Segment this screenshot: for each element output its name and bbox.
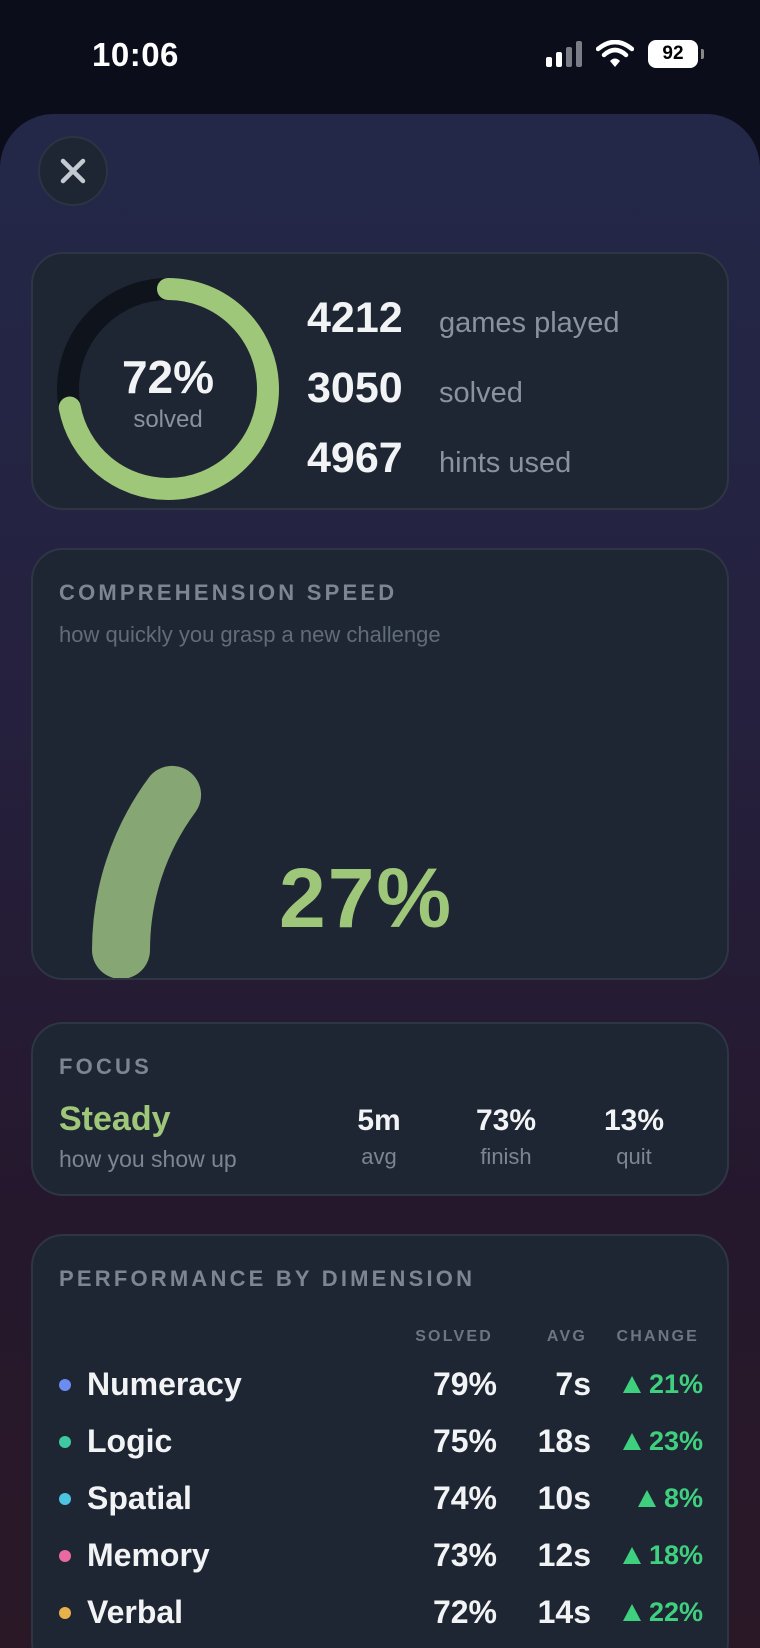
dimension-solved: 72%: [432, 1594, 497, 1630]
focus-card: FOCUS Steady how you show up 5m avg 73% …: [31, 1022, 729, 1196]
dimension-name: Logic: [87, 1423, 173, 1459]
stat-hints-used: 4967 hints used: [307, 434, 571, 483]
dimension-row-numeracy[interactable]: Numeracy 79% 7s 21%: [33, 1360, 731, 1410]
dimension-avg: 7s: [555, 1366, 591, 1402]
stat-label: hints used: [439, 447, 572, 479]
up-triangle-icon: [622, 1604, 641, 1621]
column-header-avg: AVG: [546, 1328, 587, 1345]
focus-stat-value: 13%: [603, 1104, 665, 1137]
dimension-color-dot: [59, 1550, 71, 1562]
dimension-color-dot: [59, 1436, 71, 1448]
dimension-change: 18%: [622, 1540, 703, 1571]
wifi-icon: [596, 40, 634, 67]
up-triangle-icon: [637, 1490, 656, 1507]
focus-stat-label: avg: [361, 1144, 397, 1169]
focus-subtitle: how you show up: [59, 1146, 237, 1172]
up-triangle-icon: [622, 1376, 641, 1393]
dimension-change-value: 8%: [663, 1483, 703, 1513]
up-triangle-icon: [622, 1547, 641, 1564]
stats-sheet: 72% solved 4212 games played 3050 solved…: [0, 114, 760, 1648]
stat-solved: 3050 solved: [307, 364, 523, 413]
column-header-solved: SOLVED: [415, 1328, 493, 1345]
focus-stat-label: quit: [616, 1144, 652, 1169]
solved-percent: 72%: [121, 351, 215, 403]
focus-stat-avg: 5m avg: [324, 1104, 434, 1170]
stat-value: 3050: [307, 364, 403, 412]
dimension-change-value: 22%: [648, 1597, 703, 1627]
dimension-row-verbal[interactable]: Verbal 72% 14s 22%: [33, 1588, 731, 1638]
dimension-avg: 12s: [537, 1537, 591, 1573]
close-icon: [60, 158, 86, 184]
dimension-name: Memory: [87, 1537, 210, 1573]
dimension-change: 23%: [622, 1426, 703, 1457]
focus-rating: Steady: [59, 1100, 171, 1138]
comprehension-speed-card: COMPREHENSION SPEED how quickly you gras…: [31, 548, 729, 980]
card-title: PERFORMANCE BY DIMENSION: [59, 1266, 476, 1291]
dimension-solved: 75%: [432, 1423, 497, 1459]
status-icons: 92: [546, 40, 704, 68]
solved-percent-label: solved: [133, 406, 203, 433]
summary-card: 72% solved 4212 games played 3050 solved…: [31, 252, 729, 510]
dimension-name: Numeracy: [87, 1366, 242, 1402]
cellular-signal-icon: [546, 41, 582, 67]
stat-label: solved: [439, 377, 523, 409]
dimension-color-dot: [59, 1493, 71, 1505]
focus-stat-value: 5m: [357, 1104, 401, 1137]
stat-value: 4212: [307, 294, 403, 342]
stat-games-played: 4212 games played: [307, 294, 620, 343]
battery-level: 92: [662, 43, 684, 64]
dimension-avg: 18s: [537, 1423, 591, 1459]
focus-stat-finish: 73% finish: [451, 1104, 561, 1170]
close-button[interactable]: [38, 136, 108, 206]
focus-stat-value: 73%: [475, 1104, 537, 1137]
stat-value: 4967: [307, 434, 403, 482]
dimension-change: 21%: [622, 1369, 703, 1400]
column-header-change: CHANGE: [616, 1328, 699, 1345]
dimension-name: Verbal: [87, 1594, 184, 1630]
dimension-name: Spatial: [87, 1480, 192, 1516]
dimension-solved: 73%: [432, 1537, 497, 1573]
dimension-row-logic[interactable]: Logic 75% 18s 23%: [33, 1417, 731, 1467]
solved-ring: 72% solved: [51, 272, 285, 506]
dimension-change-value: 23%: [648, 1426, 703, 1456]
dimension-row-memory[interactable]: Memory 73% 12s 18%: [33, 1531, 731, 1581]
battery-icon: 92: [648, 40, 704, 68]
dimension-change: 8%: [637, 1483, 703, 1514]
dimension-change-value: 21%: [648, 1369, 703, 1399]
status-time: 10:06: [92, 36, 179, 73]
status-bar: 10:06 92: [0, 0, 760, 110]
stat-label: games played: [439, 307, 620, 339]
dimension-avg: 10s: [537, 1480, 591, 1516]
dimension-change-value: 18%: [648, 1540, 703, 1570]
dimension-change: 22%: [622, 1597, 703, 1628]
up-triangle-icon: [622, 1433, 641, 1450]
performance-card: PERFORMANCE BY DIMENSION SOLVED AVG CHAN…: [31, 1234, 729, 1648]
dimension-solved: 74%: [432, 1480, 497, 1516]
speed-percent: 27%: [279, 851, 454, 945]
card-title: FOCUS: [59, 1054, 152, 1079]
focus-stat-label: finish: [480, 1144, 532, 1169]
dimension-avg: 14s: [537, 1594, 591, 1630]
dimension-color-dot: [59, 1379, 71, 1391]
focus-stat-quit: 13% quit: [579, 1104, 689, 1170]
dimension-solved: 79%: [432, 1366, 497, 1402]
dimension-row-spatial[interactable]: Spatial 74% 10s 8%: [33, 1474, 731, 1524]
dimension-color-dot: [59, 1607, 71, 1619]
